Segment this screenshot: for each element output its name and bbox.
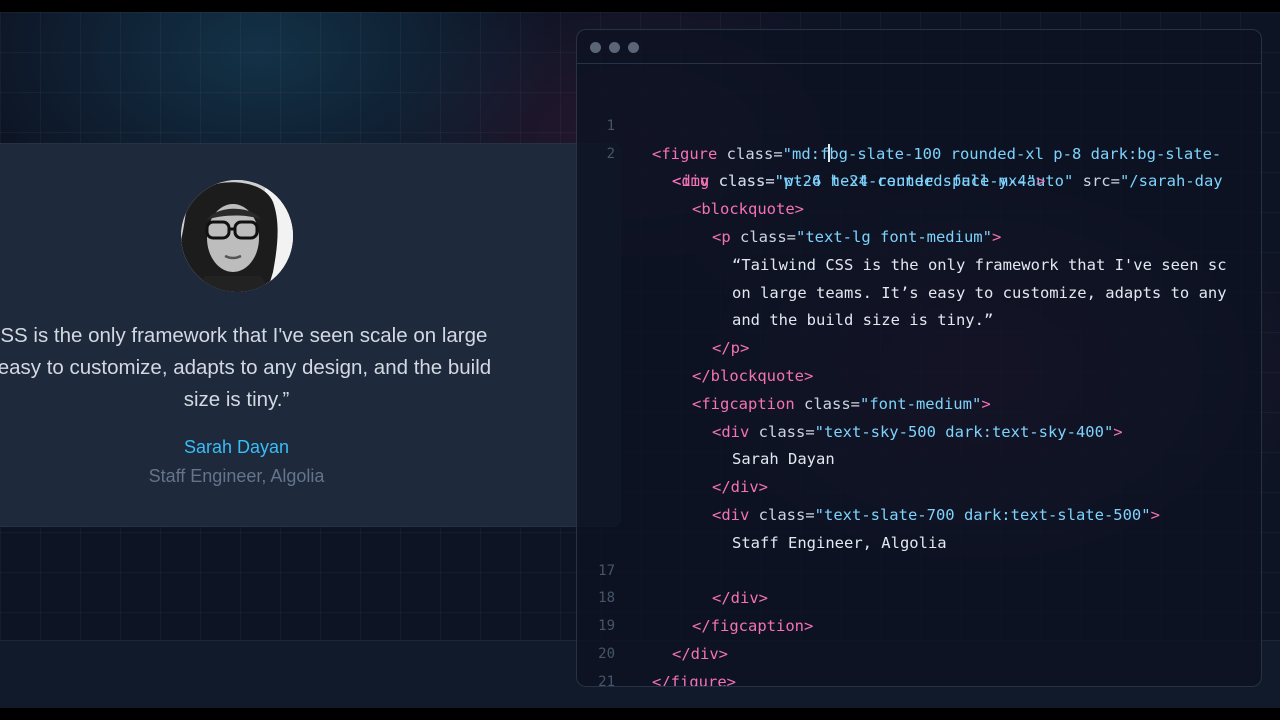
- author-role: Staff Engineer, Algolia: [148, 466, 325, 486]
- code-line: Sarah Dayan: [577, 419, 1261, 468]
- code-line: 21: [577, 641, 1261, 686]
- code-line: </blockquote>: [577, 335, 1261, 385]
- code-line: 18 </figcaption>: [577, 558, 1261, 635]
- quote-line: size is tiny.”: [183, 388, 290, 411]
- author-avatar: [181, 180, 293, 292]
- code-line: on large teams. It’s easy to customize, …: [577, 252, 1261, 302]
- line-number: 21: [598, 673, 615, 687]
- quote-line: CSS is the only framework that I've seen…: [0, 324, 488, 347]
- code-line: and the build size is tiny.”: [577, 280, 1261, 329]
- quote-line: s easy to customize, adapts to any desig…: [0, 356, 492, 379]
- code-area[interactable]: 1 <figure class="md:fbg-slate-100 rounde…: [577, 85, 1261, 686]
- editor-titlebar: [577, 30, 1261, 64]
- video-frame: CSS is the only framework that I've seen…: [0, 12, 1280, 708]
- code-line: <p class="text-lg font-medium">: [577, 196, 1261, 246]
- window-dot-icon: [628, 42, 639, 53]
- code-line: <div class="text-sky-500 dark:text-sky-4…: [577, 391, 1261, 441]
- author-name: Sarah Dayan: [183, 437, 290, 457]
- testimonial-card: CSS is the only framework that I've seen…: [0, 143, 621, 527]
- code-line: 17 </div>: [577, 530, 1261, 608]
- testimonial-quote: CSS is the only framework that I've seen…: [0, 320, 572, 416]
- portrait-icon: [181, 180, 293, 292]
- code-line: 1 <figure class="md:fbg-slate-100 rounde…: [577, 85, 1261, 163]
- code-line: </p>: [577, 307, 1261, 357]
- code-line: <div class="text-slate-700 dark:text-sla…: [577, 474, 1261, 524]
- code-line: 19 </div>: [577, 585, 1261, 663]
- code-line: <div class="pt-6 text-center space-y-4">: [577, 141, 1261, 190]
- code-line: “Tailwind CSS is the only framework that…: [577, 224, 1261, 274]
- code-line: <blockquote>: [577, 168, 1261, 218]
- code-line: </div>: [577, 446, 1261, 496]
- window-dot-icon: [590, 42, 601, 53]
- code-line: 20 </figure>: [577, 613, 1261, 686]
- code-line: <figcaption class="font-medium">: [577, 363, 1261, 413]
- code-line: Staff Engineer, Algolia: [577, 502, 1261, 552]
- tag-token: </figure>: [652, 672, 736, 687]
- window-dot-icon: [609, 42, 620, 53]
- code-line: 2 <img class="w-24 h-24 rounded-full mx-…: [577, 113, 1261, 191]
- code-editor-window: 1 <figure class="md:fbg-slate-100 rounde…: [576, 29, 1262, 687]
